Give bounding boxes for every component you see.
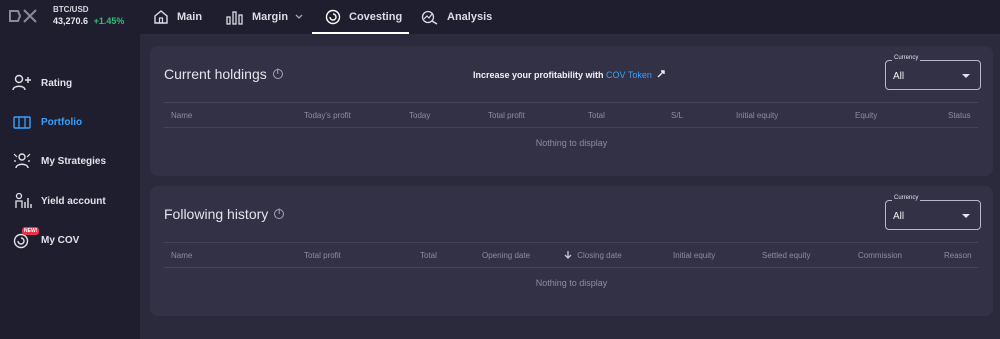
nav-main[interactable]: Main (153, 0, 202, 34)
ticker-pair: BTC/USD (53, 5, 89, 14)
column-header: Closing date (577, 251, 622, 260)
column-header[interactable]: Name (171, 251, 192, 260)
panel-title: Current holdings (164, 66, 283, 82)
info-icon[interactable] (274, 209, 285, 219)
sort-column-header[interactable]: Closing date (564, 251, 622, 260)
nav-covesting[interactable]: Covesting (312, 0, 409, 34)
empty-state: Nothing to display (535, 278, 608, 288)
sidebar-item-label: My Strategies (41, 155, 107, 167)
sidebar-item-yield[interactable]: Yield account (12, 190, 106, 212)
add-user-icon (12, 74, 32, 92)
table-header: Name Today's profit Today Total profit T… (164, 102, 978, 128)
logo-icon[interactable] (8, 7, 38, 25)
nav-margin[interactable]: Margin (226, 0, 303, 34)
sidebar-item-label: Yield account (41, 195, 106, 207)
sidebar-item-label: Rating (41, 77, 73, 89)
currency-select[interactable]: Currency All (885, 55, 981, 90)
column-header[interactable]: Name (171, 111, 192, 120)
column-header[interactable]: Total profit (488, 111, 525, 120)
column-header[interactable]: Reason (944, 251, 972, 260)
sidebar-item-portfolio[interactable]: Portfolio (12, 111, 82, 133)
chevron-down-icon (295, 14, 303, 19)
bar-chart-icon (226, 11, 243, 25)
top-bar: BTC/USD 43,270.6 +1.45% Main Margin Cove… (0, 0, 1000, 34)
covesting-icon (325, 9, 341, 25)
new-badge: NEW! (22, 227, 40, 235)
portfolio-icon (12, 113, 32, 131)
promo-text: Increase your profitability with (473, 70, 604, 80)
currency-value: All (893, 71, 905, 82)
holdings-title: Current holdings (164, 66, 267, 82)
strategies-icon (12, 152, 32, 170)
panel-title: Following history (164, 206, 285, 222)
column-header[interactable]: Status (948, 111, 971, 120)
currency-legend: Currency (892, 55, 921, 61)
rocket-icon (657, 70, 666, 78)
cov-token-link[interactable]: COV Token (606, 70, 652, 80)
home-icon (154, 10, 168, 24)
table-header: Name Total profit Total Opening date Clo… (164, 242, 978, 268)
nav-analysis[interactable]: Analysis (421, 0, 492, 34)
currency-select[interactable]: Currency All (885, 195, 981, 230)
nav-covesting-label: Covesting (349, 11, 403, 23)
nav-analysis-label: Analysis (447, 11, 493, 23)
sidebar-item-label: Portfolio (41, 116, 83, 128)
column-header[interactable]: S/L (671, 111, 683, 120)
sidebar: Rating Portfolio My Strategies Yield acc… (0, 34, 140, 339)
column-header[interactable]: Total profit (304, 251, 341, 260)
currency-value: All (893, 211, 905, 222)
sidebar-item-rating[interactable]: Rating (12, 72, 72, 94)
column-header[interactable]: Total (420, 251, 437, 260)
column-header[interactable]: Today's profit (304, 111, 351, 120)
column-header[interactable]: Settled equity (762, 251, 810, 260)
analysis-icon (421, 10, 438, 25)
cov-token-promo: Increase your profitability with COV Tok… (473, 69, 666, 80)
history-title: Following history (164, 206, 269, 222)
sidebar-item-label: My COV (41, 234, 80, 246)
column-header[interactable]: Total (588, 111, 605, 120)
currency-legend: Currency (892, 195, 921, 201)
column-header[interactable]: Opening date (482, 251, 530, 260)
sidebar-item-my-cov[interactable]: NEW! My COV (12, 227, 80, 251)
nav-margin-label: Margin (252, 11, 289, 23)
column-header[interactable]: Initial equity (673, 251, 715, 260)
info-icon[interactable] (272, 69, 283, 79)
caret-down-icon (962, 74, 970, 78)
column-header[interactable]: Today (409, 111, 430, 120)
cov-icon: NEW! (12, 227, 40, 249)
following-history-panel: Following history Currency All Name Tota… (150, 186, 993, 316)
price-ticker[interactable]: BTC/USD 43,270.6 +1.45% (53, 5, 124, 26)
ticker-change: +1.45% (93, 16, 125, 26)
yield-icon (12, 192, 32, 210)
column-header[interactable]: Commission (858, 251, 902, 260)
empty-state: Nothing to display (535, 138, 608, 148)
sidebar-item-strategies[interactable]: My Strategies (12, 150, 106, 172)
sort-arrow-down-icon (564, 251, 572, 259)
caret-down-icon (962, 214, 970, 218)
current-holdings-panel: Current holdings Increase your profitabi… (150, 46, 993, 176)
nav-main-label: Main (177, 11, 203, 23)
column-header[interactable]: Equity (855, 111, 877, 120)
column-header[interactable]: Initial equity (736, 111, 778, 120)
ticker-price: 43,270.6 (53, 16, 89, 26)
